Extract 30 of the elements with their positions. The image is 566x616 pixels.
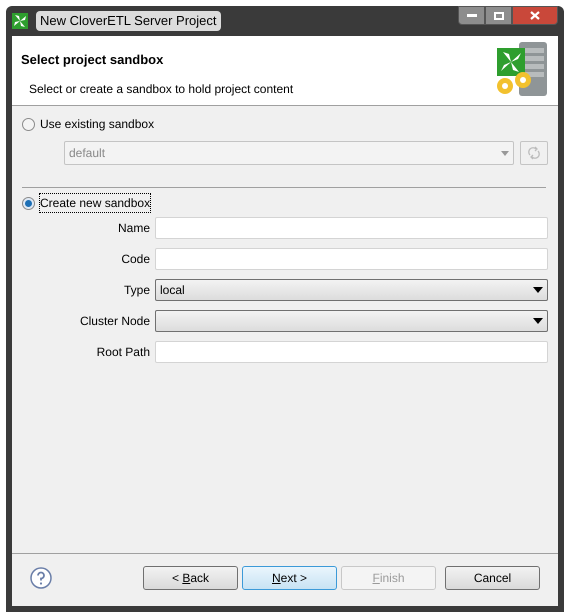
field-label: Cluster Node [78, 313, 150, 330]
radio-label[interactable]: Create new sandbox [40, 194, 150, 212]
radio-button[interactable] [22, 196, 35, 210]
text-field[interactable] [155, 217, 548, 239]
clover-logo-icon [12, 13, 28, 29]
window-title: New CloverETL Server Project [36, 11, 221, 31]
wizard-button[interactable]: Cancel [445, 566, 540, 590]
wizard-button[interactable]: Next > [242, 566, 337, 590]
page-description: Select or create a sandbox to hold project content [28, 80, 294, 98]
maximize-button[interactable] [485, 6, 512, 25]
dropdown-arrow-icon [533, 287, 543, 293]
dropdown-arrow-icon [533, 318, 543, 324]
close-button[interactable] [512, 6, 558, 25]
radio-label[interactable]: Use existing sandbox [40, 115, 154, 133]
page-title: Select project sandbox [21, 51, 164, 69]
field-label: Code [120, 251, 150, 268]
wizard-button[interactable]: < Back [143, 566, 238, 590]
field-label: Type [122, 282, 150, 299]
dropdown-arrow-icon [501, 150, 509, 156]
field-label: Root Path [96, 344, 150, 361]
dropdown[interactable]: local [155, 279, 548, 301]
radio-button[interactable] [22, 118, 35, 130]
refresh-icon [527, 146, 541, 160]
text-field[interactable] [155, 341, 548, 363]
minimize-button[interactable] [458, 6, 485, 25]
dropdown[interactable] [155, 310, 548, 332]
close-icon [530, 11, 540, 20]
field-label: Name [116, 220, 150, 237]
help-icon[interactable] [30, 567, 52, 589]
text-field[interactable] [155, 248, 548, 270]
